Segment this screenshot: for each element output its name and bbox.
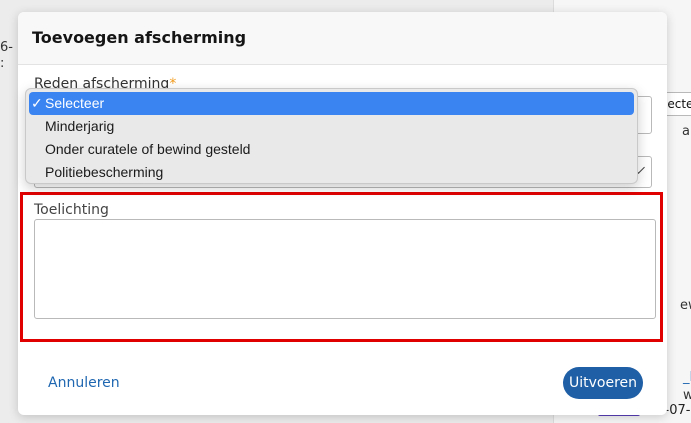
dropdown-option[interactable]: ✓ Selecteer: [29, 92, 634, 115]
highlight-box: [20, 192, 663, 342]
check-icon: ✓: [31, 95, 43, 111]
background-fragment: w: [683, 388, 691, 403]
option-label: Onder curatele of bewind gesteld: [45, 141, 251, 157]
background-fragment: ew: [680, 298, 691, 313]
modal-title: Toevoegen afscherming: [32, 28, 247, 47]
option-label: Politiebescherming: [45, 164, 164, 180]
option-label: Minderjarig: [45, 118, 115, 134]
dropdown-option[interactable]: Minderjarig: [29, 115, 634, 138]
modal-header: Toevoegen afscherming: [18, 12, 667, 65]
add-shielding-modal: Toevoegen afscherming Reden afscherming*…: [18, 12, 667, 415]
background-fragment: a: [682, 124, 690, 139]
background-left-fragment: 6- :: [0, 40, 13, 71]
cancel-button[interactable]: Annuleren: [48, 375, 120, 391]
option-label: Selecteer: [45, 95, 105, 111]
modal-footer: Annuleren Uitvoeren: [18, 352, 667, 415]
background-link[interactable]: _P: [683, 370, 691, 385]
submit-button[interactable]: Uitvoeren: [563, 367, 643, 399]
dropdown-option[interactable]: Politiebescherming: [29, 161, 634, 184]
reason-dropdown-list: ✓ Selecteer Minderjarig Onder curatele of…: [25, 88, 638, 184]
dropdown-option[interactable]: Onder curatele of bewind gesteld: [29, 138, 634, 161]
